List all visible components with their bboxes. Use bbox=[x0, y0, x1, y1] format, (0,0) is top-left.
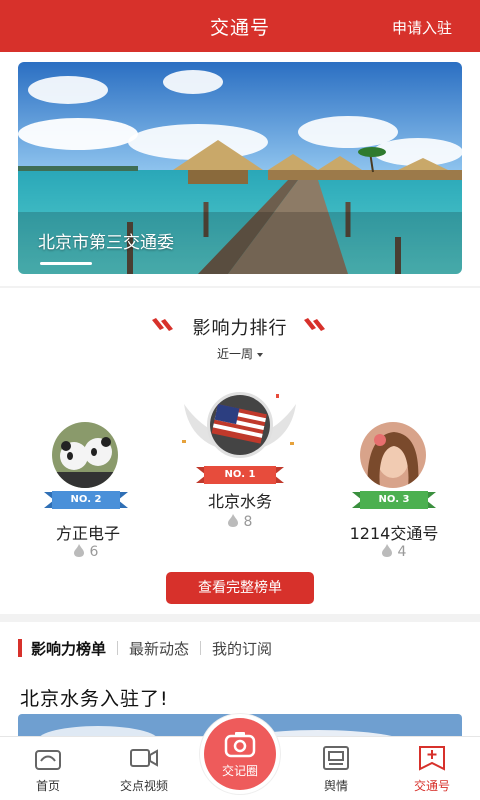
decor-slashes-right-icon bbox=[304, 318, 325, 331]
nav-circle[interactable]: 交记圈 bbox=[204, 718, 276, 790]
nav-news[interactable]: 舆情 bbox=[296, 737, 376, 800]
rank-badge-first: NO. 1 bbox=[196, 465, 284, 485]
banner-carousel[interactable]: 北京市第三交通委 bbox=[18, 62, 462, 274]
rank-count-second: 6 bbox=[36, 544, 136, 560]
top-bar: 交通号 申请入驻 bbox=[0, 0, 480, 52]
divider bbox=[0, 286, 480, 288]
tab-influence-list[interactable]: 影响力榜单 bbox=[31, 638, 106, 659]
plus-square-icon bbox=[419, 746, 445, 771]
camera-icon bbox=[224, 732, 256, 758]
avatar-second[interactable] bbox=[52, 422, 118, 488]
avatar-first[interactable] bbox=[207, 392, 273, 458]
flame-icon bbox=[227, 514, 238, 527]
article-title[interactable]: 北京水务入驻了! bbox=[20, 684, 169, 711]
active-tab-indicator bbox=[18, 639, 22, 657]
period-label: 近一周 bbox=[216, 347, 253, 361]
rank-badge-third: NO. 3 bbox=[352, 490, 436, 510]
home-icon bbox=[35, 750, 61, 770]
rank-count-third: 4 bbox=[344, 544, 444, 560]
nav-label: 舆情 bbox=[323, 779, 348, 793]
rank-count-first: 8 bbox=[190, 514, 290, 530]
tab-separator bbox=[200, 641, 202, 655]
apply-join-button[interactable]: 申请入驻 bbox=[392, 0, 452, 52]
period-dropdown[interactable]: 近一周 bbox=[0, 345, 480, 362]
content-tabs: 影响力榜单 最新动态 我的订阅 bbox=[18, 634, 272, 662]
nav-label: 交点视频 bbox=[119, 779, 168, 793]
ranking-title: 影响力排行 bbox=[192, 318, 288, 339]
rank-name-third[interactable]: 1214交通号 bbox=[322, 520, 466, 544]
news-icon bbox=[323, 746, 349, 770]
rank-badge-second: NO. 2 bbox=[44, 490, 128, 510]
page: 交通号 申请入驻 北京市第三交通委 影响力排行 近一周 NO. 1 北京水务 8… bbox=[0, 0, 480, 800]
tab-latest-updates[interactable]: 最新动态 bbox=[129, 638, 189, 659]
flame-icon bbox=[73, 544, 84, 557]
tab-separator bbox=[117, 641, 119, 655]
section-divider bbox=[0, 614, 480, 622]
rank-name-second[interactable]: 方正电子 bbox=[20, 520, 156, 544]
banner-caption: 北京市第三交通委 bbox=[38, 233, 174, 253]
nav-label: 首页 bbox=[35, 779, 60, 793]
video-icon bbox=[130, 749, 158, 767]
view-full-list-button[interactable]: 查看完整榜单 bbox=[166, 572, 314, 604]
nav-video[interactable]: 交点视频 bbox=[104, 737, 184, 800]
nav-label: 交记圈 bbox=[221, 764, 258, 778]
avatar-third[interactable] bbox=[360, 422, 426, 488]
tab-my-subscriptions[interactable]: 我的订阅 bbox=[212, 638, 272, 659]
nav-home[interactable]: 首页 bbox=[8, 737, 88, 800]
nav-label: 交通号 bbox=[413, 779, 450, 793]
carousel-indicator bbox=[40, 262, 92, 265]
rank-name-first[interactable]: 北京水务 bbox=[160, 488, 320, 512]
flame-icon bbox=[381, 544, 392, 557]
chevron-down-icon bbox=[257, 352, 263, 357]
nav-traffic-account[interactable]: 交通号 bbox=[392, 737, 472, 800]
